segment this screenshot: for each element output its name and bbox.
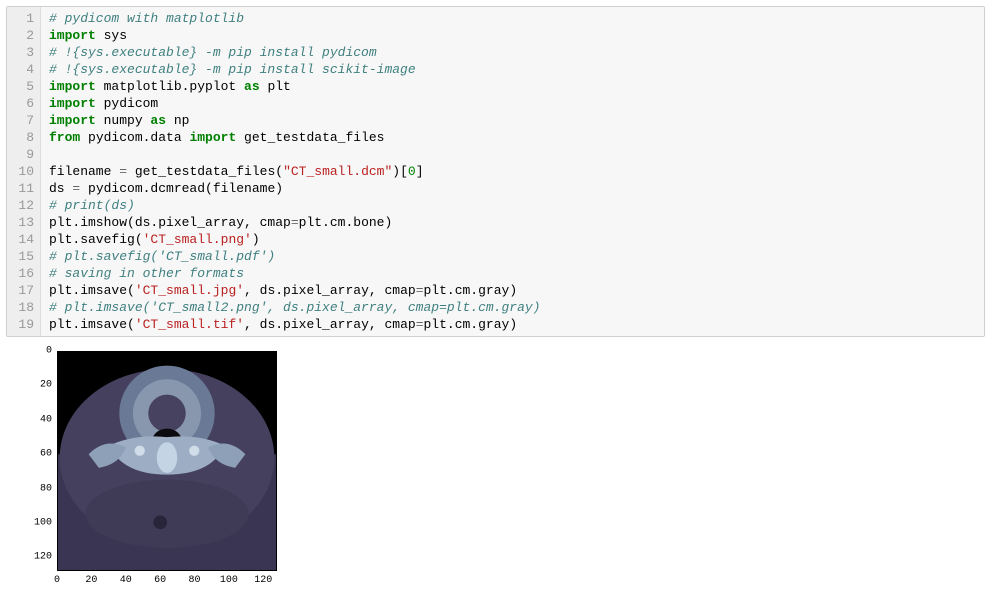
line-number: 7 (11, 112, 34, 129)
line-number: 6 (11, 95, 34, 112)
code-line[interactable]: plt.savefig('CT_small.png') (49, 231, 976, 248)
code-line[interactable]: plt.imshow(ds.pixel_array, cmap=plt.cm.b… (49, 214, 976, 231)
code-editor[interactable]: # pydicom with matplotlibimport sys# !{s… (41, 7, 984, 336)
y-tick-label: 40 (40, 414, 52, 425)
x-tick-label: 80 (188, 575, 200, 586)
line-number: 4 (11, 61, 34, 78)
line-number: 3 (11, 44, 34, 61)
line-number: 9 (11, 146, 34, 163)
code-line[interactable]: import sys (49, 27, 976, 44)
code-line[interactable]: plt.imsave('CT_small.tif', ds.pixel_arra… (49, 316, 976, 333)
code-line[interactable]: import matplotlib.pyplot as plt (49, 78, 976, 95)
output-plot: 020406080100120 020406080100120 (12, 351, 277, 596)
code-line[interactable]: plt.imsave('CT_small.jpg', ds.pixel_arra… (49, 282, 976, 299)
line-number-gutter: 12345678910111213141516171819 (7, 7, 41, 336)
y-tick-label: 100 (34, 517, 52, 528)
x-tick-label: 0 (54, 575, 60, 586)
code-line[interactable] (49, 146, 976, 163)
code-cell[interactable]: 12345678910111213141516171819 # pydicom … (6, 6, 985, 337)
y-tick-label: 20 (40, 380, 52, 391)
x-tick-label: 100 (220, 575, 238, 586)
line-number: 12 (11, 197, 34, 214)
x-tick-label: 60 (154, 575, 166, 586)
ct-scan-image (58, 352, 276, 570)
line-number: 1 (11, 10, 34, 27)
code-line[interactable]: # saving in other formats (49, 265, 976, 282)
line-number: 18 (11, 299, 34, 316)
code-line[interactable]: import numpy as np (49, 112, 976, 129)
line-number: 11 (11, 180, 34, 197)
line-number: 16 (11, 265, 34, 282)
x-tick-label: 120 (254, 575, 272, 586)
line-number: 14 (11, 231, 34, 248)
x-tick-label: 40 (120, 575, 132, 586)
line-number: 13 (11, 214, 34, 231)
code-line[interactable]: # print(ds) (49, 197, 976, 214)
code-line[interactable]: # plt.imsave('CT_small2.png', ds.pixel_a… (49, 299, 976, 316)
line-number: 5 (11, 78, 34, 95)
line-number: 2 (11, 27, 34, 44)
line-number: 10 (11, 163, 34, 180)
y-tick-label: 120 (34, 552, 52, 563)
code-line[interactable]: # plt.savefig('CT_small.pdf') (49, 248, 976, 265)
code-line[interactable]: # !{sys.executable} -m pip install sciki… (49, 61, 976, 78)
plot-axes (57, 351, 277, 571)
x-tick-label: 20 (85, 575, 97, 586)
code-line[interactable]: # !{sys.executable} -m pip install pydic… (49, 44, 976, 61)
line-number: 17 (11, 282, 34, 299)
y-tick-label: 0 (46, 346, 52, 357)
code-line[interactable]: from pydicom.data import get_testdata_fi… (49, 129, 976, 146)
code-line[interactable]: ds = pydicom.dcmread(filename) (49, 180, 976, 197)
line-number: 15 (11, 248, 34, 265)
line-number: 19 (11, 316, 34, 333)
y-tick-label: 60 (40, 449, 52, 460)
code-line[interactable]: filename = get_testdata_files("CT_small.… (49, 163, 976, 180)
code-line[interactable]: # pydicom with matplotlib (49, 10, 976, 27)
y-tick-label: 80 (40, 483, 52, 494)
line-number: 8 (11, 129, 34, 146)
code-line[interactable]: import pydicom (49, 95, 976, 112)
